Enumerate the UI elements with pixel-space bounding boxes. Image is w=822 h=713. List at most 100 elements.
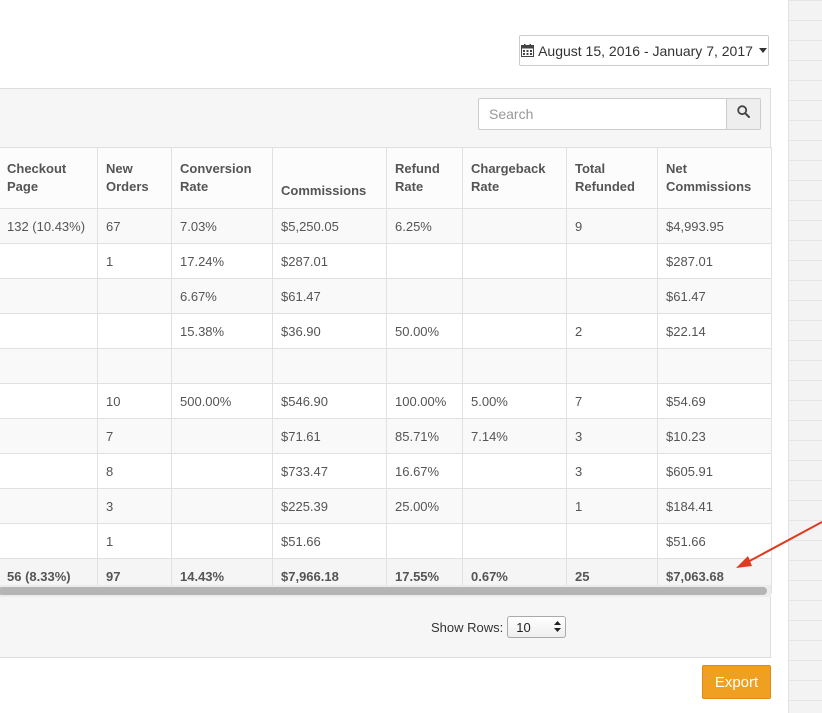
table-cell: $733.47 — [272, 453, 387, 489]
table-cell: $184.41 — [657, 488, 772, 524]
table-cell — [462, 208, 567, 244]
table-cell — [171, 523, 273, 559]
table-cell — [462, 488, 567, 524]
table-cell — [657, 348, 772, 384]
table-cell: 5.00% — [462, 383, 567, 419]
table-cell: 7 — [97, 418, 172, 454]
table-cell: 3 — [566, 453, 658, 489]
table-cell — [462, 523, 567, 559]
table-cell: $61.47 — [272, 278, 387, 314]
export-button[interactable]: Export — [702, 665, 771, 699]
table-cell: $22.14 — [657, 313, 772, 349]
table-cell — [0, 278, 98, 314]
table-row: 1 $51.66 $51.66 — [0, 523, 772, 559]
table-cell: $4,993.95 — [657, 208, 772, 244]
table-cell: 17.24% — [171, 243, 273, 279]
table-cell — [566, 243, 658, 279]
horizontal-scrollbar[interactable] — [0, 587, 767, 595]
show-rows-control: Show Rows: 10 — [431, 615, 567, 639]
table-cell — [462, 348, 567, 384]
table-cell — [566, 348, 658, 384]
table-cell: 3 — [97, 488, 172, 524]
table-cell — [386, 348, 463, 384]
table-cell: 25.00% — [386, 488, 463, 524]
table-cell — [0, 348, 98, 384]
column-header[interactable]: Commissions — [272, 147, 387, 209]
table-row: 6.67% $61.47 $61.47 — [0, 278, 772, 314]
table-cell: 8 — [97, 453, 172, 489]
table-row: 132 (10.43%) 67 7.03% $5,250.05 6.25% 9 $4,993… — [0, 208, 772, 244]
table-cell — [0, 418, 98, 454]
table-cell: 16.67% — [386, 453, 463, 489]
table-cell: 7 — [566, 383, 658, 419]
search-button[interactable] — [727, 98, 761, 130]
table-cell: 7.03% — [171, 208, 273, 244]
table-cell — [171, 418, 273, 454]
table-cell: $61.47 — [657, 278, 772, 314]
table-cell: 100.00% — [386, 383, 463, 419]
rows-per-page-select[interactable]: 10 — [507, 616, 567, 638]
table-cell: 1 — [97, 523, 172, 559]
column-header[interactable]: Chargeback Rate — [462, 147, 567, 209]
table-cell — [462, 243, 567, 279]
table-cell — [0, 313, 98, 349]
search-icon — [737, 105, 750, 123]
search-input[interactable] — [478, 98, 727, 130]
table-cell: 85.71% — [386, 418, 463, 454]
date-range-label: August 15, 2016 - January 7, 2017 — [538, 42, 753, 59]
table-cell — [97, 313, 172, 349]
table-cell — [386, 243, 463, 279]
table-cell: 9 — [566, 208, 658, 244]
table-cell: $51.66 — [272, 523, 387, 559]
table-cell: $10.23 — [657, 418, 772, 454]
table-cell — [97, 278, 172, 314]
table-row: 8 $733.47 16.67% 3 $605.91 — [0, 453, 772, 489]
table-cell — [386, 523, 463, 559]
table-cell — [0, 488, 98, 524]
table-header-row: Checkout Page New Orders Conversion Rate… — [0, 147, 772, 209]
table-cell — [0, 523, 98, 559]
updown-arrows-icon — [554, 620, 562, 635]
table-cell — [566, 523, 658, 559]
table-row: 1 17.24% $287.01 $287.01 — [0, 243, 772, 279]
table-cell: $546.90 — [272, 383, 387, 419]
column-header[interactable]: Total Refunded — [566, 147, 658, 209]
table-cell — [566, 278, 658, 314]
annotation-arrow-icon — [736, 521, 822, 568]
table-cell: 67 — [97, 208, 172, 244]
caret-down-icon — [758, 48, 767, 53]
column-header[interactable]: Conversion Rate — [171, 147, 273, 209]
table-cell — [386, 278, 463, 314]
table-cell: 7.14% — [462, 418, 567, 454]
table-cell: 10 — [97, 383, 172, 419]
table-row: 3 $225.39 25.00% 1 $184.41 — [0, 488, 772, 524]
table-cell — [0, 383, 98, 419]
column-header[interactable]: Refund Rate — [386, 147, 463, 209]
column-header[interactable]: New Orders — [97, 147, 172, 209]
table-cell: $54.69 — [657, 383, 772, 419]
table-cell: $287.01 — [657, 243, 772, 279]
table-cell: 1 — [97, 243, 172, 279]
table-row: 15.38% $36.90 50.00% 2 $22.14 — [0, 313, 772, 349]
show-rows-label: Show Rows: — [431, 619, 504, 635]
table-cell — [171, 488, 273, 524]
table-cell — [462, 453, 567, 489]
table-cell: $287.01 — [272, 243, 387, 279]
table-cell: 132 (10.43%) — [0, 208, 98, 244]
table-cell: $5,250.05 — [272, 208, 387, 244]
table-cell — [0, 453, 98, 489]
table-cell — [0, 243, 98, 279]
table-cell: 1 — [566, 488, 658, 524]
column-header[interactable]: Checkout Page — [0, 147, 98, 209]
search-group — [478, 98, 761, 130]
page-side-background — [788, 0, 822, 713]
table-cell: $605.91 — [657, 453, 772, 489]
table-row: 10 500.00% $546.90 100.00% 5.00% 7 $54.69 — [0, 383, 772, 419]
table-cell: 6.25% — [386, 208, 463, 244]
date-range-picker[interactable]: August 15, 2016 - January 7, 2017 — [519, 35, 769, 66]
table-cell: 2 — [566, 313, 658, 349]
table-cell — [272, 348, 387, 384]
column-header[interactable]: Net Commissions — [657, 147, 772, 209]
table-cell: $36.90 — [272, 313, 387, 349]
table-cell — [97, 348, 172, 384]
